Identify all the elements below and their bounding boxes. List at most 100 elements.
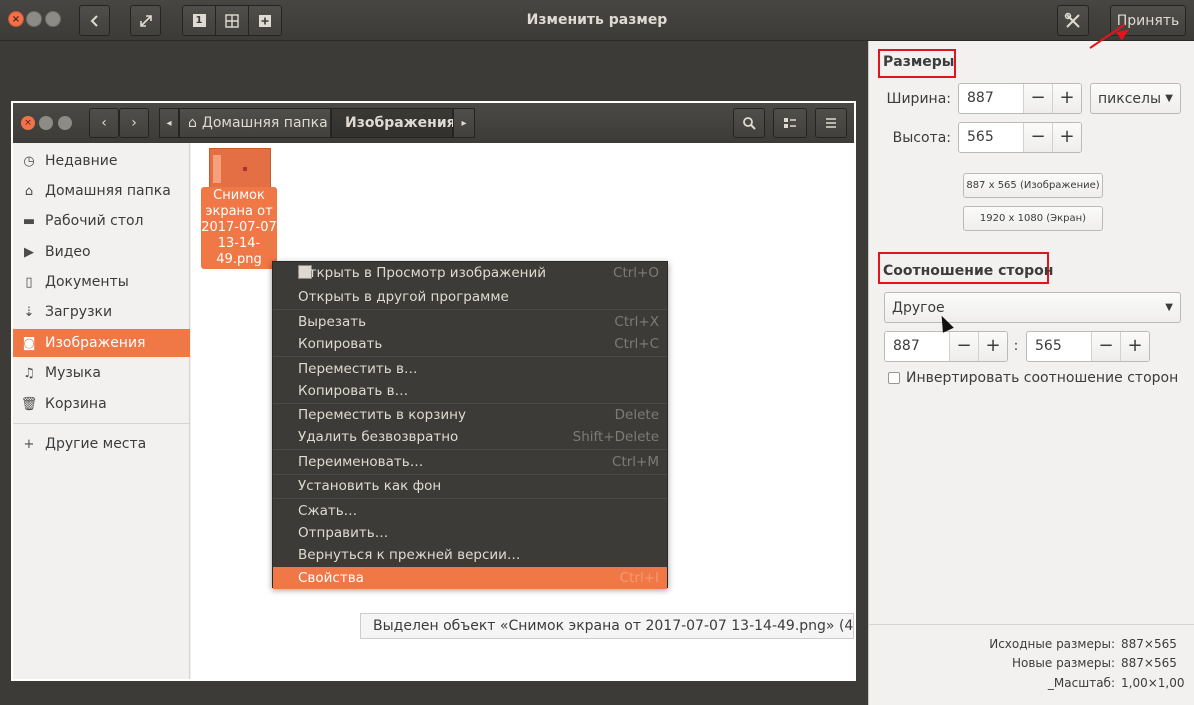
original-size-value: 887×565	[1121, 637, 1177, 651]
ctx-label: Удалить безвозвратно	[298, 429, 459, 445]
view-mode-switcher: 1	[182, 5, 282, 36]
grid-icon	[225, 13, 239, 28]
ctx-set-wallpaper: Установить как фон	[273, 475, 667, 497]
ctx-label: Установить как фон	[298, 478, 442, 494]
files-minimize-icon	[39, 116, 53, 130]
add-page-button[interactable]	[249, 6, 281, 35]
back-button[interactable]	[79, 5, 110, 36]
folder-icon: ▬	[22, 213, 36, 229]
ctx-separator	[273, 449, 667, 450]
breadcrumb-current: Изображения	[331, 108, 456, 138]
ratio-a-spinbox: 887 − +	[884, 331, 1008, 362]
ctx-copy-to: Копировать в…	[273, 380, 667, 402]
document-icon: ▯	[25, 274, 33, 290]
tools-button[interactable]	[1057, 5, 1089, 36]
ctx-label: Вырезать	[298, 314, 367, 330]
ctx-label: Открыть в другой программе	[298, 289, 509, 305]
ctx-open-other-app: Открыть в другой программе	[273, 286, 667, 308]
ratio-a-input[interactable]: 887	[885, 332, 949, 361]
breadcrumb-home-label: Домашняя папка	[201, 115, 328, 131]
sidebar-item-pictures: ◙ Изображения	[13, 329, 190, 357]
sidebar-item-recent: ◷ Недавние	[13, 147, 190, 175]
ctx-label: Вернуться к прежней версии…	[298, 547, 521, 563]
ctx-label: Переименовать…	[298, 454, 424, 470]
ctx-accel: Ctrl+C	[614, 336, 659, 352]
ctx-cut: Вырезать Ctrl+X	[273, 311, 667, 333]
ratio-a-increase-button[interactable]: +	[978, 332, 1007, 361]
plus-box-icon	[259, 14, 271, 27]
breadcrumb-home: ⌂ Домашняя папка	[179, 108, 331, 138]
files-back-button: ‹	[89, 108, 119, 138]
height-label: Высота:	[892, 130, 951, 146]
width-input[interactable]: 887	[959, 84, 1023, 113]
expand-icon	[139, 14, 152, 27]
ratio-section-title: Соотношение сторон	[883, 263, 1054, 279]
unit-dropdown-value: пикселы	[1098, 90, 1162, 107]
height-increase-button[interactable]: +	[1052, 123, 1081, 152]
ratio-dropdown[interactable]: Другое ▼	[884, 292, 1181, 323]
image-canvas[interactable]: × ‹ › ◂ ⌂ Домашняя папка Изображения ▸ ◷…	[0, 41, 868, 705]
ratio-a-decrease-button[interactable]: −	[949, 332, 978, 361]
edited-image: × ‹ › ◂ ⌂ Домашняя папка Изображения ▸ ◷…	[11, 101, 856, 681]
sidebar-item-label: Видео	[45, 244, 91, 260]
original-size-label: Исходные размеры:	[989, 637, 1115, 651]
height-decrease-button[interactable]: −	[1023, 123, 1052, 152]
preset-image-size-button[interactable]: 887 x 565 (Изображение)	[963, 173, 1103, 198]
ctx-label: Переместить в корзину	[298, 407, 466, 423]
new-size-label: Новые размеры:	[1011, 656, 1115, 670]
files-headerbar: × ‹ › ◂ ⌂ Домашняя папка Изображения ▸	[13, 103, 854, 143]
ctx-compress: Сжать…	[273, 500, 667, 522]
ratio-b-increase-button[interactable]: +	[1120, 332, 1149, 361]
sidebar-item-trash: 🗑 Корзина	[13, 390, 190, 418]
files-sidebar: ◷ Недавние ⌂ Домашняя папка ▬ Рабочий стол …	[13, 143, 190, 679]
ctx-separator	[273, 309, 667, 310]
chevron-down-icon: ▼	[1165, 302, 1173, 313]
home-icon: ⌂	[24, 183, 34, 199]
sidebar-item-label: Загрузки	[45, 304, 113, 320]
info-divider	[869, 624, 1194, 625]
sidebar-item-documents: ▯ Документы	[13, 268, 190, 296]
tools-icon	[1064, 12, 1080, 28]
video-icon: ▶	[24, 244, 34, 260]
scale-label: _Масштаб:	[1047, 676, 1115, 690]
ctx-move-to: Переместить в…	[273, 358, 667, 380]
ratio-b-decrease-button[interactable]: −	[1091, 332, 1120, 361]
ctx-accel: Ctrl+O	[613, 265, 659, 281]
file-name-label: Снимок экрана от 2017-07-07 13-14-49.png	[201, 187, 277, 269]
ratio-b-input[interactable]: 565	[1027, 332, 1091, 361]
download-icon: ⇣	[23, 304, 35, 320]
width-decrease-button[interactable]: −	[1023, 84, 1052, 113]
grid-view-button[interactable]	[216, 6, 249, 35]
ratio-b-spinbox: 565 − +	[1026, 331, 1150, 362]
minimize-icon[interactable]	[26, 11, 42, 27]
single-page-icon: 1	[192, 14, 206, 27]
width-increase-button[interactable]: +	[1052, 84, 1081, 113]
unit-dropdown[interactable]: пикселы ▼	[1090, 83, 1181, 114]
ctx-accel: Ctrl+X	[614, 314, 659, 330]
preset-screen-size-button[interactable]: 1920 x 1080 (Экран)	[963, 206, 1103, 231]
list-view-icon	[784, 118, 796, 128]
ctx-accel: Delete	[614, 407, 659, 423]
crumb-left-arrow: ◂	[159, 108, 179, 138]
height-input[interactable]: 565	[959, 123, 1023, 152]
fullscreen-button[interactable]	[130, 5, 161, 36]
ctx-delete-permanently: Удалить безвозвратно Shift+Delete	[273, 426, 667, 448]
sidebar-item-label: Изображения	[45, 335, 146, 351]
window-title: Изменить размер	[526, 12, 668, 28]
width-spinbox: 887 − +	[958, 83, 1082, 114]
chevron-left-icon	[90, 14, 98, 27]
files-forward-button: ›	[119, 108, 149, 138]
crumb-right-arrow: ▸	[453, 108, 475, 138]
close-icon[interactable]: ×	[8, 11, 24, 27]
plus-icon: +	[23, 436, 35, 452]
maximize-icon[interactable]	[45, 11, 61, 27]
ctx-label: Сжать…	[298, 503, 358, 519]
width-label: Ширина:	[886, 91, 951, 107]
height-spinbox: 565 − +	[958, 122, 1082, 153]
invert-ratio-checkbox[interactable]	[888, 372, 900, 384]
single-page-button[interactable]: 1	[183, 6, 216, 35]
ctx-label: Копировать в…	[298, 383, 409, 399]
ctx-move-to-trash: Переместить в корзину Delete	[273, 404, 667, 426]
files-maximize-icon	[58, 116, 72, 130]
ratio-dropdown-value: Другое	[892, 299, 945, 316]
